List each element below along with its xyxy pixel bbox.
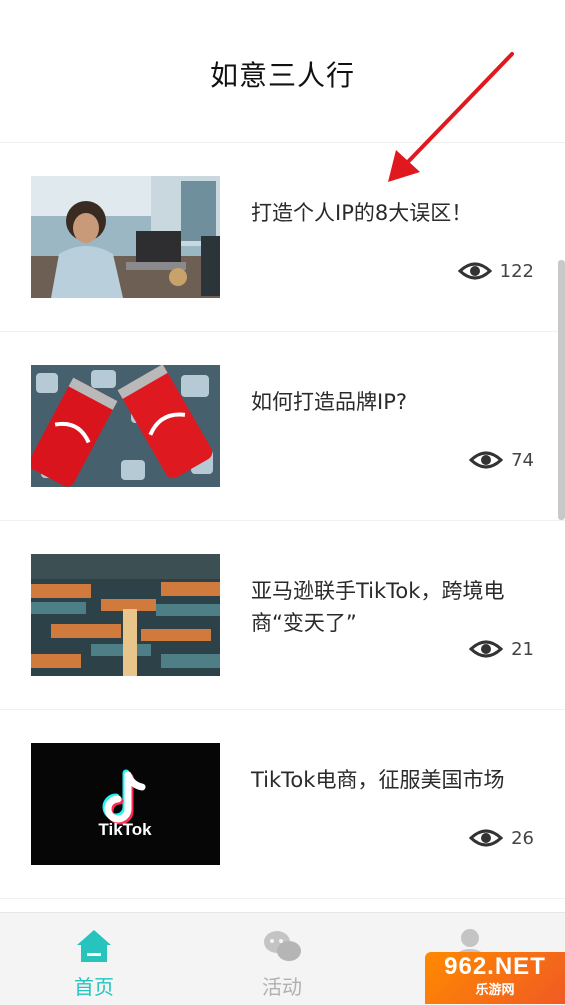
article-thumbnail[interactable] xyxy=(31,365,220,487)
article-title[interactable]: 打造个人IP的8大误区！ xyxy=(251,197,531,229)
shipping-port-photo xyxy=(31,554,220,676)
view-count: 21 xyxy=(469,637,534,661)
eye-icon xyxy=(469,829,504,847)
watermark-sub: 乐游网 xyxy=(475,982,515,997)
view-count-number: 122 xyxy=(499,260,534,282)
view-count-number: 26 xyxy=(511,827,534,849)
article-thumbnail[interactable] xyxy=(31,554,220,676)
article-thumbnail[interactable]: TikTok xyxy=(31,743,220,865)
home-icon xyxy=(77,930,111,962)
article-item[interactable]: 亚马逊联手TikTok，跨境电商“变天了” 21 xyxy=(0,521,565,710)
tab-home[interactable]: 首页 xyxy=(49,927,139,1000)
eye-icon xyxy=(469,640,504,658)
view-count: 122 xyxy=(457,259,534,283)
tiktok-logo-image: TikTok xyxy=(31,743,220,865)
article-item[interactable]: 如何打造品牌IP? 74 xyxy=(0,332,565,521)
person-laptop-photo xyxy=(31,176,220,298)
watermark-main: 962.NET xyxy=(444,953,546,980)
article-item[interactable]: TikTok TikTok电商，征服美国市场 26 xyxy=(0,710,565,899)
view-count: 26 xyxy=(469,826,534,850)
chat-bubbles-icon xyxy=(264,931,301,961)
article-thumbnail[interactable] xyxy=(31,176,220,298)
eye-icon xyxy=(457,262,492,280)
view-count-number: 74 xyxy=(511,449,534,471)
tab-activity-label: 活动 xyxy=(262,975,302,999)
scrollbar[interactable] xyxy=(558,260,565,520)
eye-icon xyxy=(469,451,504,469)
site-watermark: 962.NET 乐游网 xyxy=(425,952,565,1004)
view-count: 74 xyxy=(469,448,534,472)
article-title[interactable]: 亚马逊联手TikTok，跨境电商“变天了” xyxy=(251,575,531,639)
article-title[interactable]: TikTok电商，征服美国市场 xyxy=(251,764,531,796)
view-count-number: 21 xyxy=(511,638,534,660)
coca-cola-cans-photo xyxy=(31,365,220,487)
article-item[interactable]: 打造个人IP的8大误区！ 122 xyxy=(0,143,565,332)
article-title[interactable]: 如何打造品牌IP? xyxy=(251,386,531,418)
tab-activity[interactable]: 活动 xyxy=(237,927,327,1000)
article-list: 打造个人IP的8大误区！ 122 如何打造品牌IP? 74 亚马逊联手TikTo… xyxy=(0,143,565,899)
tab-home-label: 首页 xyxy=(74,975,114,999)
tiktok-wordmark: TikTok xyxy=(98,820,152,839)
